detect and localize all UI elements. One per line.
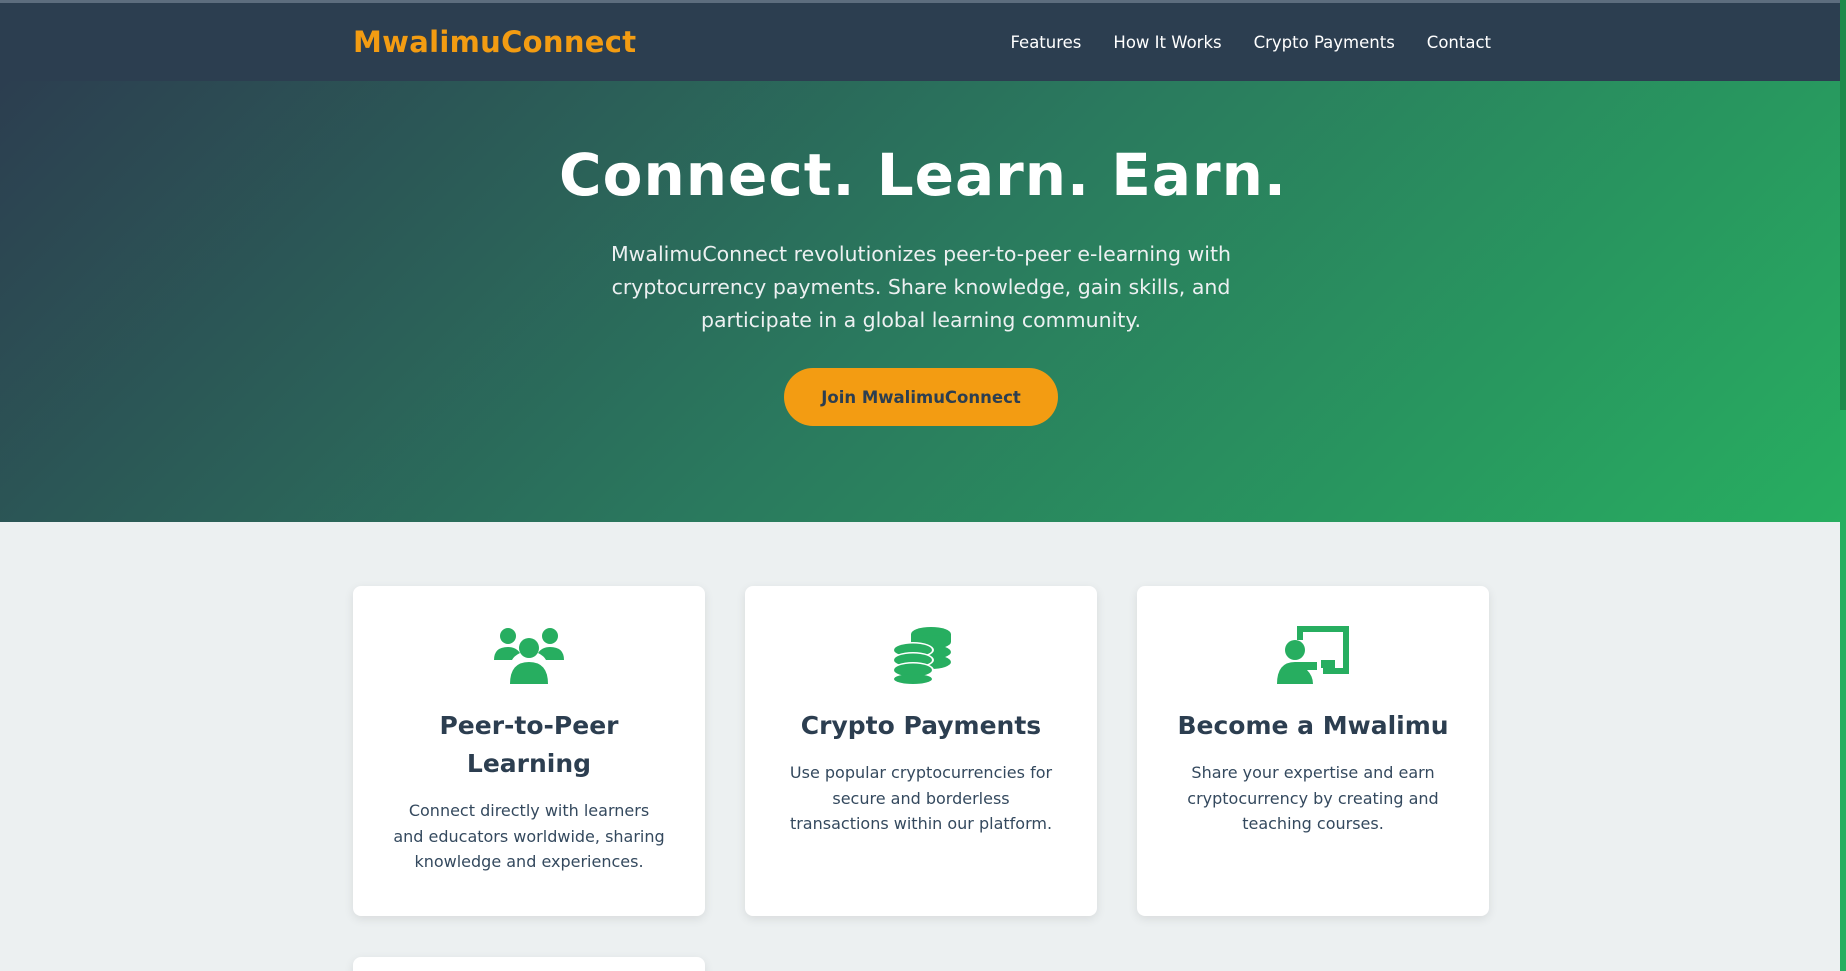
nav-link-crypto-payments[interactable]: Crypto Payments [1254,33,1395,52]
feature-card-partial [353,957,705,971]
scrollbar-thumb[interactable] [1840,0,1846,410]
feature-description-wrapper: Share your expertise and earn cryptocurr… [1177,760,1449,837]
feature-title: Crypto Payments [800,711,1042,740]
feature-description: Share your expertise and earn cryptocurr… [1187,763,1439,833]
hero-description: MwalimuConnect revolutionizes peer-to-pe… [610,242,1232,332]
nav-item-features: Features [1010,33,1081,52]
join-button[interactable]: Join MwalimuConnect [784,368,1058,426]
feature-card-become-mwalimu: Become a Mwalimu Share your expertise an… [1137,586,1489,916]
feature-description: Connect directly with learners and educa… [393,801,665,871]
page: MwalimuConnect Features How It Works Cry… [0,0,1846,971]
feature-card-crypto-payments: Crypto Payments Use popular cryptocurren… [745,586,1097,916]
navbar-inner: MwalimuConnect Features How It Works Cry… [353,3,1491,81]
logo[interactable]: MwalimuConnect [353,25,636,59]
scrollbar[interactable] [1840,0,1846,971]
feature-title: Become a Mwalimu [1177,711,1449,740]
hero-section: Connect. Learn. Earn. MwalimuConnect rev… [0,81,1846,522]
feature-description-wrapper: Use popular cryptocurrencies for secure … [785,760,1057,837]
nav-links: Features How It Works Crypto Payments Co… [1010,33,1491,52]
feature-card-peer-to-peer: Peer-to-Peer Learning Connect directly w… [353,586,705,916]
nav-item-crypto-payments: Crypto Payments [1254,33,1395,52]
coins-icon [745,626,1097,686]
chalkboard-teacher-icon [1137,626,1489,686]
nav-item-contact: Contact [1427,33,1491,52]
nav-link-features[interactable]: Features [1010,33,1081,52]
users-icon [353,626,705,686]
feature-description: Use popular cryptocurrencies for secure … [789,763,1053,833]
nav-link-contact[interactable]: Contact [1427,33,1491,52]
navbar: MwalimuConnect Features How It Works Cry… [0,0,1846,81]
feature-title: Peer-to-Peer Learning [439,711,619,778]
nav-item-how-it-works: How It Works [1113,33,1221,52]
nav-link-how-it-works[interactable]: How It Works [1113,33,1221,52]
hero-title: Connect. Learn. Earn. [559,141,1287,209]
feature-description-wrapper: Connect directly with learners and educa… [393,798,665,875]
